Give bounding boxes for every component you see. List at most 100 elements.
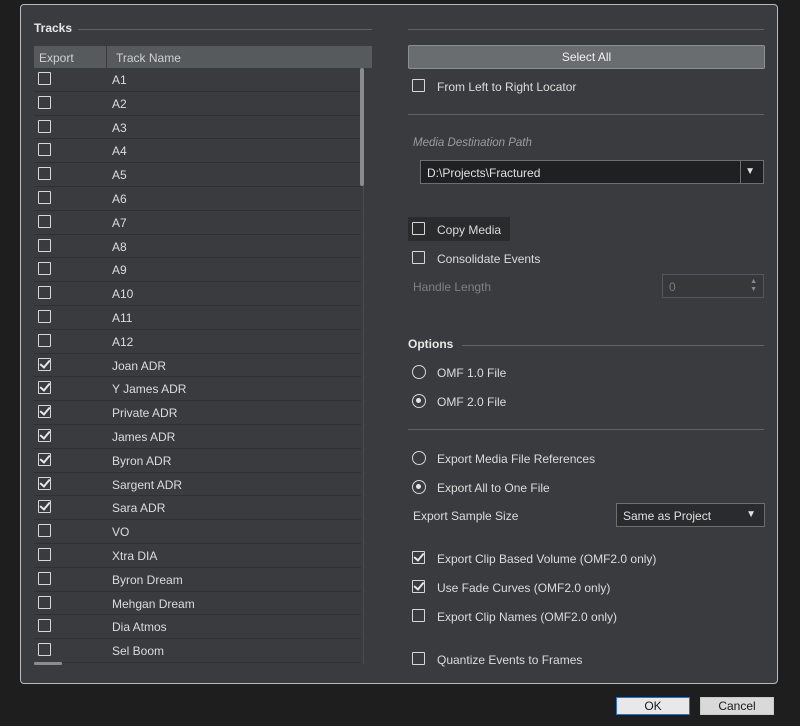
- export-checkbox[interactable]: [38, 119, 51, 133]
- track-name: A2: [112, 96, 127, 111]
- export-clip-based-volume-label: Export Clip Based Volume (OMF2.0 only): [437, 552, 657, 566]
- handle-length-label: Handle Length: [413, 280, 492, 294]
- export-checkbox[interactable]: [38, 452, 51, 466]
- export-checkbox[interactable]: [38, 524, 51, 538]
- export-checkbox[interactable]: [38, 214, 51, 228]
- table-row[interactable]: Dia Atmos: [34, 615, 361, 640]
- spinner-up-icon[interactable]: ▲: [750, 278, 757, 285]
- omf-1-radio[interactable]: [412, 365, 426, 379]
- tracks-list: A1 A2 A3 A4 A5 A6 A7 A8 A9 A10 A11 A12 Joan ADR Y Jam…: [34, 68, 361, 664]
- table-row[interactable]: A8: [34, 235, 361, 259]
- table-row[interactable]: A10: [34, 282, 361, 306]
- media-destination-path-value: D:\Projects\Fractured: [427, 166, 541, 180]
- export-checkbox[interactable]: [38, 571, 51, 585]
- chevron-down-icon: ▼: [745, 166, 755, 177]
- export-checkbox[interactable]: [38, 167, 51, 181]
- table-row[interactable]: Xtra DIA: [34, 544, 361, 568]
- track-name: James ADR: [112, 429, 176, 444]
- handle-length-value: 0: [669, 280, 676, 294]
- consolidate-events-checkbox[interactable]: [412, 251, 425, 264]
- spinner-down-icon[interactable]: ▼: [750, 286, 757, 293]
- table-row[interactable]: A4: [34, 139, 361, 164]
- table-row[interactable]: Byron Dream: [34, 568, 361, 592]
- track-name: Byron ADR: [112, 453, 172, 468]
- export-sample-size-dropdown[interactable]: Same as Project ▼: [616, 503, 765, 527]
- horizontal-scrollbar[interactable]: [34, 662, 62, 665]
- dropdown-separator: [740, 161, 741, 183]
- table-row[interactable]: A7: [34, 211, 361, 235]
- export-checkbox[interactable]: [38, 357, 51, 371]
- export-checkbox[interactable]: [38, 190, 51, 204]
- table-row[interactable]: Sara ADR: [34, 496, 361, 521]
- omf-2-label: OMF 2.0 File: [437, 395, 507, 409]
- table-row[interactable]: VO: [34, 520, 361, 544]
- track-name: A6: [112, 191, 127, 206]
- table-row[interactable]: Sel Boom: [34, 639, 361, 663]
- table-row[interactable]: A9: [34, 258, 361, 283]
- export-checkbox[interactable]: [38, 286, 51, 300]
- vertical-scrollbar[interactable]: [360, 68, 364, 186]
- export-checkbox[interactable]: [38, 643, 51, 657]
- header-divider: [106, 46, 107, 68]
- track-name: Y James ADR: [112, 382, 187, 397]
- from-left-to-right-locator-label: From Left to Right Locator: [437, 80, 577, 94]
- export-checkbox[interactable]: [38, 619, 51, 633]
- from-left-to-right-locator-checkbox[interactable]: [412, 79, 425, 92]
- export-clip-based-volume-checkbox[interactable]: [412, 551, 425, 564]
- table-row[interactable]: A12: [34, 330, 361, 354]
- media-destination-path-dropdown[interactable]: D:\Projects\Fractured ▼: [420, 160, 764, 184]
- table-row[interactable]: Y James ADR: [34, 377, 361, 402]
- track-name: Dia Atmos: [112, 620, 167, 635]
- track-name: A8: [112, 239, 127, 254]
- column-header-track-name[interactable]: Track Name: [116, 51, 181, 65]
- table-row[interactable]: Byron ADR: [34, 449, 361, 473]
- select-all-button[interactable]: Select All: [408, 45, 765, 69]
- table-row[interactable]: A3: [34, 116, 361, 140]
- section-rule-2: [408, 429, 764, 430]
- tracks-section-title: Tracks: [34, 21, 73, 35]
- table-row[interactable]: A11: [34, 306, 361, 330]
- export-checkbox[interactable]: [38, 428, 51, 442]
- export-checkbox[interactable]: [38, 333, 51, 347]
- track-name: A4: [112, 144, 127, 159]
- export-checkbox[interactable]: [38, 143, 51, 157]
- cancel-button[interactable]: Cancel: [700, 697, 774, 715]
- export-checkbox[interactable]: [38, 476, 51, 490]
- export-checkbox[interactable]: [38, 500, 51, 514]
- export-checkbox[interactable]: [38, 547, 51, 561]
- export-clip-names-checkbox[interactable]: [412, 609, 425, 622]
- track-name: A5: [112, 168, 127, 183]
- export-media-file-references-label: Export Media File References: [437, 452, 596, 466]
- column-header-export[interactable]: Export: [39, 51, 74, 65]
- table-row[interactable]: Sargent ADR: [34, 473, 361, 497]
- handle-length-spinbox[interactable]: 0 ▲ ▼: [662, 274, 764, 298]
- table-row[interactable]: Joan ADR: [34, 354, 361, 378]
- quantize-events-to-frames-checkbox[interactable]: [412, 652, 425, 665]
- table-row[interactable]: James ADR: [34, 425, 361, 449]
- track-name: A12: [112, 334, 134, 349]
- table-row[interactable]: A2: [34, 92, 361, 116]
- table-row[interactable]: A6: [34, 187, 361, 211]
- export-checkbox[interactable]: [38, 238, 51, 252]
- export-checkbox[interactable]: [38, 262, 51, 276]
- omf-2-radio[interactable]: [412, 394, 426, 408]
- tracks-table-header: Export Track Name: [34, 46, 372, 68]
- export-checkbox[interactable]: [38, 72, 51, 85]
- export-checkbox[interactable]: [38, 595, 51, 609]
- table-row[interactable]: Private ADR: [34, 401, 361, 425]
- track-name: Sargent ADR: [112, 477, 183, 492]
- copy-media-checkbox[interactable]: [412, 222, 425, 235]
- table-row[interactable]: A1: [34, 68, 361, 92]
- export-checkbox[interactable]: [38, 95, 51, 109]
- ok-button[interactable]: OK: [616, 697, 690, 715]
- options-section-title: Options: [408, 337, 454, 351]
- table-row[interactable]: Mehgan Dream: [34, 592, 361, 616]
- quantize-events-to-frames-label: Quantize Events to Frames: [437, 653, 583, 667]
- export-checkbox[interactable]: [38, 405, 51, 419]
- export-checkbox[interactable]: [38, 381, 51, 395]
- export-media-file-references-radio[interactable]: [412, 451, 426, 465]
- export-all-to-one-file-radio[interactable]: [412, 480, 426, 494]
- table-row[interactable]: A5: [34, 163, 361, 187]
- export-checkbox[interactable]: [38, 309, 51, 323]
- use-fade-curves-checkbox[interactable]: [412, 580, 425, 593]
